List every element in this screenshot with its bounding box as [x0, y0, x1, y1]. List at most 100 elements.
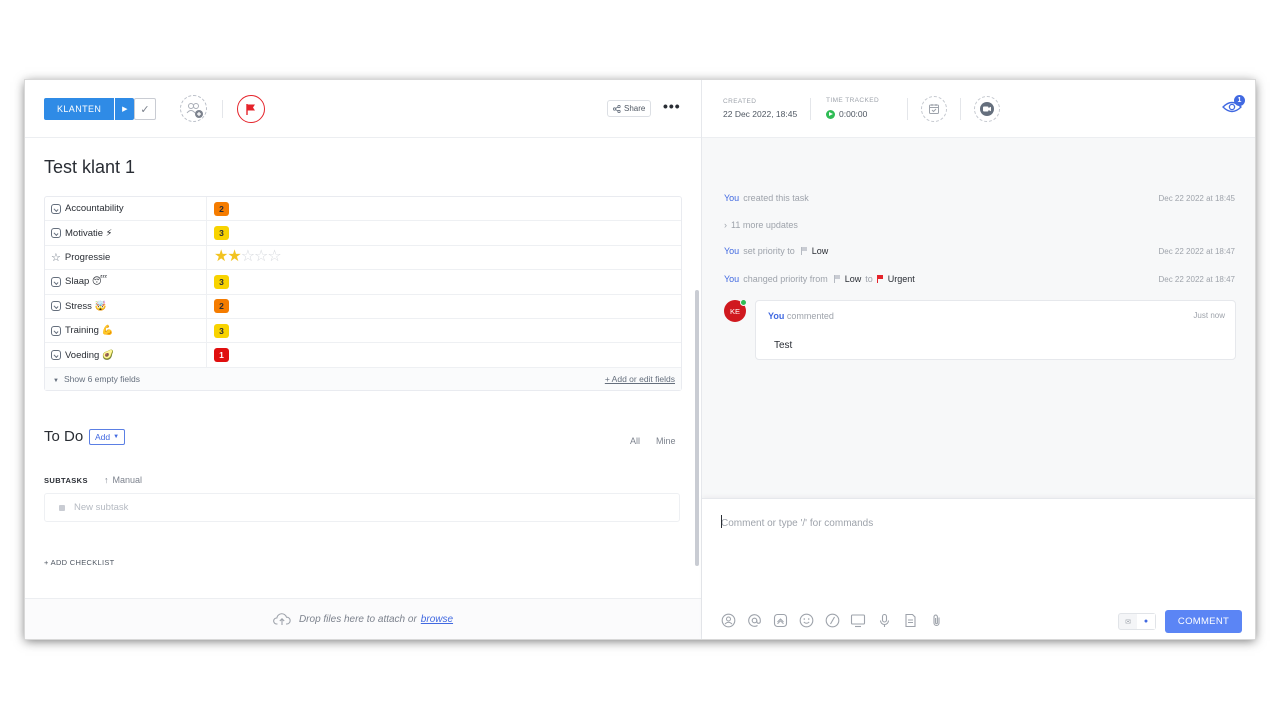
- activity-time: Dec 22 2022 at 18:45: [1158, 194, 1235, 203]
- mention-icon[interactable]: [746, 612, 762, 628]
- field-value-cell[interactable]: 2: [207, 197, 681, 220]
- add-assignee-icon[interactable]: [180, 95, 207, 122]
- microphone-icon[interactable]: [876, 612, 892, 628]
- add-edit-fields-link[interactable]: + Add or edit fields: [605, 374, 675, 384]
- video-record-icon[interactable]: [974, 96, 1000, 122]
- composer-toolbar: [720, 612, 944, 628]
- field-value-badge[interactable]: 2: [214, 299, 229, 314]
- todo-add-button[interactable]: Add ▼: [89, 429, 126, 445]
- subtask-status-icon: [59, 504, 65, 511]
- field-name: Training 💪: [45, 318, 207, 343]
- activity-actor[interactable]: You: [724, 193, 739, 203]
- star-empty-icon[interactable]: ☆: [254, 248, 268, 265]
- browse-link[interactable]: browse: [421, 614, 453, 625]
- field-name: Accountability: [45, 197, 207, 221]
- assign-comment-icon[interactable]: [720, 612, 736, 628]
- activity-item: You created this task: [724, 193, 809, 203]
- status-label[interactable]: KLANTEN: [44, 98, 115, 120]
- activity-pane: CREATED 22 Dec 2022, 18:45 TIME TRACKED …: [701, 80, 1255, 639]
- field-value-badge[interactable]: 2: [214, 201, 229, 216]
- field-value-badge[interactable]: 3: [214, 274, 229, 289]
- dropdown-field-icon: [51, 276, 61, 287]
- field-value-badge[interactable]: 3: [214, 226, 229, 241]
- created-label: CREATED: [723, 98, 757, 105]
- field-name: Slaap 😴: [45, 270, 207, 294]
- field-value-cell[interactable]: 3: [207, 319, 681, 342]
- comment-mode-toggle[interactable]: ✉ ●: [1118, 613, 1156, 630]
- low-priority-flag-icon: [833, 275, 841, 283]
- complete-checkmark-icon[interactable]: ✓: [134, 98, 156, 120]
- toolbar-divider: [222, 100, 223, 118]
- status-next-arrow-icon[interactable]: ▶: [115, 98, 135, 120]
- comment-submit-button[interactable]: COMMENT: [1165, 610, 1242, 633]
- field-row: Slaap 😴 3: [45, 270, 681, 295]
- more-options-icon[interactable]: •••: [663, 98, 681, 114]
- task-window: KLANTEN ▶ ✓ Share ••• Test klant 1 Accou…: [25, 80, 1255, 639]
- more-updates-label[interactable]: 11 more updates: [731, 220, 798, 230]
- field-name: Motivatie ⚡: [45, 221, 207, 245]
- comment-author-name[interactable]: You: [768, 311, 784, 321]
- document-icon[interactable]: [902, 612, 918, 628]
- screen-record-icon[interactable]: [850, 612, 866, 628]
- dropdown-field-icon: [51, 325, 61, 336]
- rating-stars[interactable]: ★★☆☆☆: [214, 248, 282, 265]
- star-filled-icon[interactable]: ★: [214, 248, 228, 265]
- more-updates-toggle[interactable]: › 11 more updates: [724, 220, 798, 230]
- comment-input[interactable]: [721, 513, 1231, 533]
- todo-section-title: To Do: [44, 428, 84, 445]
- comment-composer: ✉ ● COMMENT: [702, 498, 1255, 639]
- comment-action: commented: [786, 311, 834, 321]
- comment-mode-icon[interactable]: ●: [1137, 614, 1155, 629]
- dropdown-field-icon: [51, 228, 61, 239]
- field-value-cell[interactable]: ★★☆☆☆: [207, 246, 681, 269]
- filter-all-tab[interactable]: All: [630, 436, 640, 446]
- field-value-cell[interactable]: 1: [207, 343, 681, 366]
- email-mode-icon[interactable]: ✉: [1119, 614, 1137, 629]
- play-icon[interactable]: [826, 109, 835, 119]
- field-row: Motivatie ⚡ 3: [45, 221, 681, 246]
- emoji-icon[interactable]: [798, 612, 814, 628]
- slash-command-icon[interactable]: [824, 612, 840, 628]
- created-value: 22 Dec 2022, 18:45: [723, 109, 798, 119]
- field-value-badge[interactable]: 1: [214, 348, 229, 363]
- sort-manual-toggle[interactable]: ↑ Manual: [104, 475, 142, 485]
- field-value-badge[interactable]: 3: [214, 323, 229, 338]
- time-tracker[interactable]: 0:00:00: [826, 109, 867, 119]
- calendar-icon[interactable]: [921, 96, 947, 122]
- field-value-cell[interactable]: 3: [207, 270, 681, 293]
- dropdown-field-icon: [51, 350, 61, 361]
- activity-header: CREATED 22 Dec 2022, 18:45 TIME TRACKED …: [702, 80, 1255, 138]
- clickup-app-icon[interactable]: [772, 612, 788, 628]
- activity-text: created this task: [743, 193, 809, 203]
- status-button[interactable]: KLANTEN ▶: [44, 98, 135, 120]
- field-row: ☆ Progressie ★★☆☆☆: [45, 245, 681, 271]
- comment-card: You commented Just now Test: [755, 300, 1236, 360]
- field-label: Accountability: [65, 203, 124, 215]
- attachment-icon[interactable]: [928, 612, 944, 628]
- file-dropzone[interactable]: Drop files here to attach or browse: [25, 598, 701, 639]
- field-label: Progressie: [64, 251, 111, 263]
- field-label: Stress 🤯: [65, 300, 107, 312]
- dropzone-text: Drop files here to attach or: [298, 613, 417, 625]
- field-name: ☆ Progressie: [45, 245, 207, 270]
- star-empty-icon[interactable]: ☆: [267, 248, 281, 265]
- show-empty-fields-toggle[interactable]: ▼ Show 6 empty fields: [53, 374, 140, 384]
- activity-actor[interactable]: You: [724, 274, 739, 284]
- task-title[interactable]: Test klant 1: [44, 157, 135, 178]
- field-value-cell[interactable]: 3: [207, 221, 681, 244]
- activity-actor[interactable]: You: [724, 246, 739, 256]
- star-filled-icon[interactable]: ★: [227, 248, 241, 265]
- field-value-cell[interactable]: 2: [207, 295, 681, 318]
- new-subtask-input[interactable]: New subtask: [44, 493, 680, 522]
- show-empty-fields-label[interactable]: Show 6 empty fields: [64, 374, 140, 384]
- filter-mine-tab[interactable]: Mine: [656, 436, 676, 446]
- priority-flag-icon[interactable]: [237, 95, 265, 123]
- comment-author: You commented: [768, 311, 834, 321]
- priority-value: Urgent: [887, 274, 915, 284]
- star-empty-icon[interactable]: ☆: [241, 248, 255, 265]
- left-pane-scrollbar[interactable]: [695, 290, 699, 566]
- add-checklist-button[interactable]: + ADD CHECKLIST: [44, 558, 115, 567]
- star-field-icon: ☆: [51, 251, 61, 264]
- share-button[interactable]: Share: [607, 100, 652, 117]
- task-details-pane: KLANTEN ▶ ✓ Share ••• Test klant 1 Accou…: [25, 80, 701, 639]
